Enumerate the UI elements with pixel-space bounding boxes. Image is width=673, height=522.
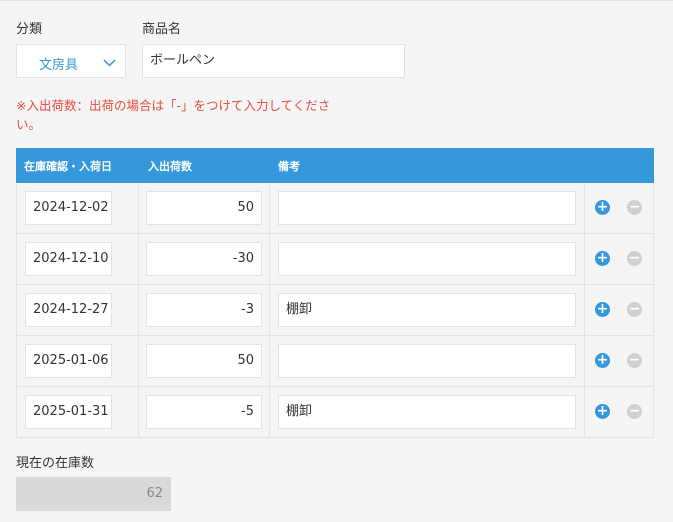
chevron-down-icon xyxy=(103,56,116,71)
product-name-input[interactable]: ボールペン xyxy=(142,44,405,78)
column-divider xyxy=(584,285,585,335)
row-border xyxy=(16,336,17,386)
quantity-input[interactable]: 50 xyxy=(146,191,262,225)
header-quantity: 入出荷数 xyxy=(148,160,192,173)
column-divider xyxy=(138,387,139,437)
current-stock-field: 62 xyxy=(16,477,171,511)
table-row: 2024-12-02 50 + − xyxy=(16,183,654,234)
plus-circle-icon[interactable]: + xyxy=(595,302,610,317)
table-row: 2025-01-06 50 + − xyxy=(16,336,654,387)
row-border xyxy=(16,285,17,335)
memo-input[interactable] xyxy=(278,242,576,276)
plus-circle-icon[interactable]: + xyxy=(595,353,610,368)
table-body: 2024-12-02 50 + −2024-12-10 -30 + −2024-12-27-… xyxy=(16,183,654,438)
column-divider xyxy=(138,336,139,386)
minus-circle-icon[interactable]: − xyxy=(627,251,642,266)
column-divider xyxy=(138,183,139,233)
date-input[interactable]: 2024-12-10 xyxy=(25,242,112,276)
top-divider xyxy=(0,0,673,1)
row-border xyxy=(653,387,654,437)
column-divider xyxy=(269,387,270,437)
column-divider xyxy=(584,234,585,284)
minus-circle-icon[interactable]: − xyxy=(627,404,642,419)
category-value: 文房具 xyxy=(39,58,79,73)
row-border xyxy=(653,183,654,233)
category-select[interactable]: 文房具 xyxy=(16,44,126,78)
header-memo: 備考 xyxy=(278,160,300,173)
quantity-input[interactable]: 50 xyxy=(146,344,262,378)
column-divider xyxy=(584,387,585,437)
memo-input[interactable] xyxy=(278,191,576,225)
plus-circle-icon[interactable]: + xyxy=(595,404,610,419)
minus-circle-icon[interactable]: − xyxy=(627,353,642,368)
table-row: 2024-12-27 -3 棚卸 + − xyxy=(16,285,654,336)
plus-circle-icon[interactable]: + xyxy=(595,251,610,266)
row-border xyxy=(653,234,654,284)
column-divider xyxy=(269,336,270,386)
date-input[interactable]: 2025-01-31 xyxy=(25,395,112,429)
row-border xyxy=(653,285,654,335)
memo-input[interactable]: 棚卸 xyxy=(278,395,576,429)
quantity-input[interactable]: -5 xyxy=(146,395,262,429)
table-header: 在庫確認・入荷日 入出荷数 備考 xyxy=(16,148,654,183)
column-divider xyxy=(584,183,585,233)
column-divider xyxy=(138,234,139,284)
row-border xyxy=(16,387,17,437)
row-border xyxy=(16,234,17,284)
stock-label: 現在の在庫数 xyxy=(16,456,95,471)
memo-input[interactable] xyxy=(278,344,576,378)
table-row: 2025-01-31 -5 棚卸 + − xyxy=(16,387,654,438)
category-label: 分類 xyxy=(16,22,43,37)
column-divider xyxy=(269,183,270,233)
quantity-input[interactable]: -3 xyxy=(146,293,262,327)
date-input[interactable]: 2024-12-27 xyxy=(25,293,112,327)
stock-table: 在庫確認・入荷日 入出荷数 備考 2024-12-02 50 + −2024-12-1… xyxy=(16,148,654,438)
minus-circle-icon[interactable]: − xyxy=(627,200,642,215)
date-input[interactable]: 2024-12-02 xyxy=(25,191,112,225)
column-divider xyxy=(269,234,270,284)
date-input[interactable]: 2025-01-06 xyxy=(25,344,112,378)
memo-input[interactable]: 棚卸 xyxy=(278,293,576,327)
product-label: 商品名 xyxy=(142,22,182,37)
column-divider xyxy=(138,285,139,335)
quantity-note: ※入出荷数：出荷の場合は「-」をつけて入力してください。 xyxy=(16,98,331,132)
column-divider xyxy=(584,336,585,386)
row-border xyxy=(653,336,654,386)
current-stock-value: 62 xyxy=(146,486,163,501)
minus-circle-icon[interactable]: − xyxy=(627,302,642,317)
header-date: 在庫確認・入荷日 xyxy=(24,160,112,173)
table-row: 2024-12-10 -30 + − xyxy=(16,234,654,285)
column-divider xyxy=(269,285,270,335)
quantity-input[interactable]: -30 xyxy=(146,242,262,276)
row-border xyxy=(16,183,17,233)
plus-circle-icon[interactable]: + xyxy=(595,200,610,215)
